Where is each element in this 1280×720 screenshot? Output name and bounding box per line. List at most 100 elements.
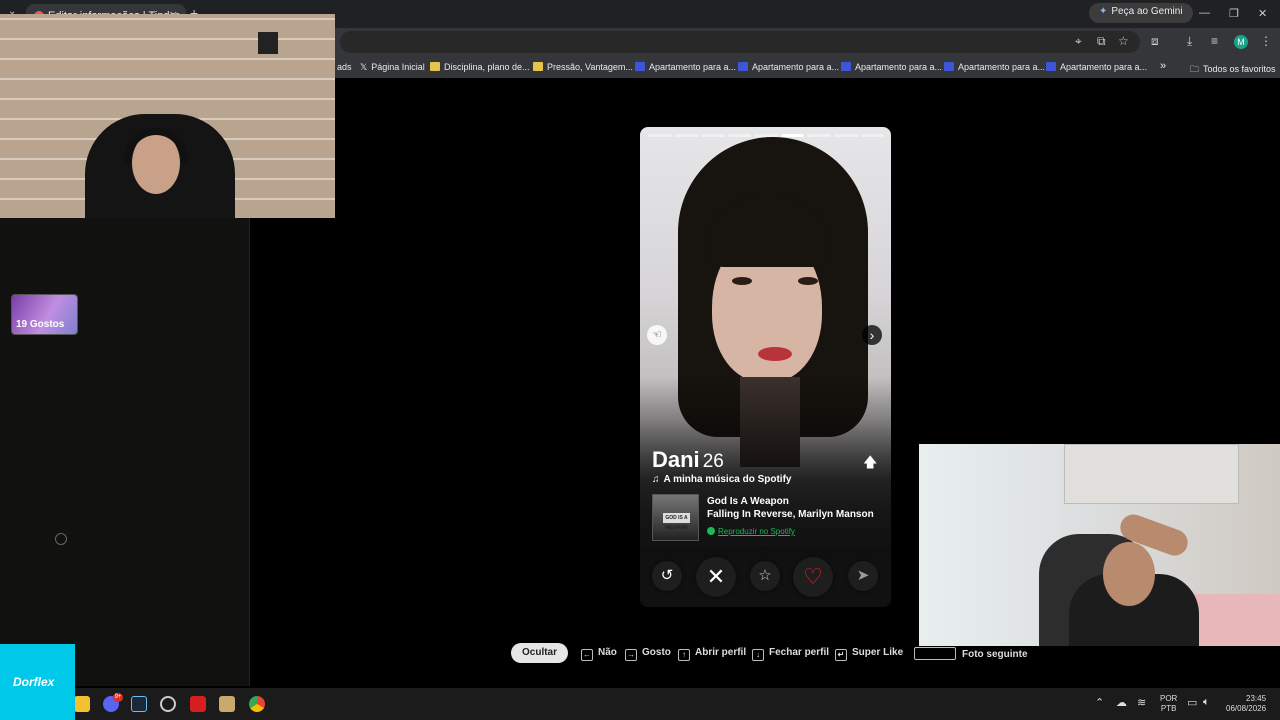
- open-profile-arrow-icon[interactable]: 🡅: [863, 452, 877, 476]
- photo-progress-segment[interactable]: [860, 134, 885, 137]
- boost-button[interactable]: ➤: [848, 561, 878, 591]
- obs-icon[interactable]: [160, 696, 176, 712]
- steam-icon[interactable]: [131, 696, 147, 712]
- previous-photo-button[interactable]: ☜: [647, 325, 667, 345]
- language-indicator[interactable]: POR PTB: [1160, 694, 1177, 714]
- bookmark-item[interactable]: Apartamento para a...: [635, 62, 736, 72]
- super-like-button[interactable]: ☆: [750, 561, 780, 591]
- photo-progress-segment[interactable]: [780, 134, 805, 137]
- folder-outline-icon: 🗀: [1190, 64, 1200, 74]
- maximize-button[interactable]: ❐: [1229, 7, 1239, 20]
- media-icon[interactable]: ≡: [1211, 34, 1218, 48]
- likes-card[interactable]: 19 Gostos: [11, 294, 78, 335]
- photo-progress-segment[interactable]: [727, 134, 752, 137]
- next-photo-button[interactable]: ›: [862, 325, 882, 345]
- location-icon[interactable]: ⌖: [1075, 34, 1082, 49]
- sa-icon: [1046, 62, 1056, 71]
- profile-card[interactable]: ☜ › Dani 26 🡅 ♫ A minha música do Spotify …: [640, 127, 891, 607]
- clock[interactable]: 23:45 06/08/2026: [1226, 694, 1266, 714]
- menu-dots-icon[interactable]: ⋮: [1260, 34, 1272, 48]
- photo-progress-segment[interactable]: [833, 134, 858, 137]
- song-artist: Falling In Reverse, Marilyn Manson: [707, 509, 874, 520]
- shortcut-no: ← Não: [581, 647, 617, 661]
- gemini-spark-icon: ✦: [1099, 6, 1108, 17]
- minimize-button[interactable]: —: [1199, 7, 1210, 19]
- volume-icon[interactable]: 🔈︎: [1203, 696, 1210, 709]
- x-icon: 𝕏: [360, 62, 368, 72]
- address-bar[interactable]: [340, 31, 1140, 53]
- tray-app-icon[interactable]: ☁: [1116, 696, 1127, 709]
- photo-progress-segment[interactable]: [701, 134, 725, 137]
- photo-progress-segment[interactable]: [674, 134, 699, 137]
- all-favorites-folder[interactable]: 🗀 Todos os favoritos: [1190, 62, 1276, 78]
- discord-badge: 9+: [113, 693, 123, 702]
- down-arrow-key-icon: ↓: [752, 649, 764, 661]
- profile-name-row: Dani 26: [652, 447, 724, 473]
- left-arrow-key-icon: ←: [581, 649, 593, 661]
- shortcut-like: → Gosto: [625, 647, 671, 661]
- discord-icon[interactable]: 9+: [103, 693, 123, 712]
- shortcut-open-profile: ↑ Abrir perfil: [678, 647, 746, 661]
- nope-button[interactable]: ✕: [696, 557, 736, 597]
- webcam-overlay-left: [0, 14, 335, 218]
- album-cover: GOD IS A WEAPON: [652, 494, 699, 541]
- bookmark-item[interactable]: Apartamento para a...: [738, 62, 839, 72]
- riot-client-icon[interactable]: [190, 696, 206, 712]
- bookmark-item[interactable]: Apartamento para a...: [944, 62, 1045, 72]
- bookmark-star-icon[interactable]: ☆: [1118, 34, 1129, 48]
- shortcut-close-profile: ↓ Fechar perfil: [752, 647, 829, 661]
- photo-progress-segment[interactable]: [754, 134, 778, 137]
- chrome-icon[interactable]: [249, 696, 265, 712]
- right-arrow-key-icon: →: [625, 649, 637, 661]
- webcam-overlay-right: [919, 444, 1280, 646]
- gemini-button[interactable]: ✦ Peça ao Gemini: [1089, 3, 1193, 23]
- tray-overflow-icon[interactable]: ⌃: [1095, 696, 1104, 709]
- bookmark-item[interactable]: Apartamento para a...: [1046, 62, 1147, 72]
- close-window-button[interactable]: ✕: [1258, 7, 1267, 20]
- photo-lips: [758, 347, 792, 361]
- bookmark-item[interactable]: ads: [337, 62, 352, 72]
- sa-icon: [635, 62, 645, 71]
- install-app-icon[interactable]: ⧉: [1097, 34, 1106, 49]
- song-title: God Is A Weapon: [707, 496, 789, 507]
- play-on-spotify-link[interactable]: Reproduzir no Spotify: [707, 527, 795, 536]
- display-icon[interactable]: ▭: [1187, 696, 1197, 709]
- gemini-label: Peça ao Gemini: [1111, 6, 1183, 17]
- bookmark-item[interactable]: Apartamento para a...: [841, 62, 942, 72]
- network-icon[interactable]: ≋: [1137, 696, 1146, 709]
- photo-progress-segment[interactable]: [807, 134, 831, 137]
- profile-name: Dani: [652, 447, 700, 472]
- league-of-legends-icon[interactable]: [219, 696, 235, 712]
- bookmark-item[interactable]: 𝕏 Página Inicial: [360, 62, 425, 73]
- file-explorer-icon[interactable]: [74, 696, 90, 712]
- shortcut-next-photo: Foto seguinte: [914, 647, 1028, 660]
- album-sign: GOD IS A WEAPON: [663, 513, 690, 531]
- hide-shortcuts-button[interactable]: Ocultar: [511, 643, 569, 663]
- music-note-icon: ♫: [652, 474, 660, 485]
- enter-key-icon: ↵: [835, 649, 847, 661]
- screen: { "browser": { "tab_title": "Editar info…: [0, 0, 1280, 720]
- bookmark-item[interactable]: Disciplina, plano de...: [430, 62, 530, 72]
- folder-icon: [430, 62, 440, 71]
- spotify-icon: [707, 527, 715, 535]
- profile-avatar[interactable]: M: [1234, 35, 1248, 49]
- extensions-icon[interactable]: ⧈: [1151, 34, 1159, 49]
- sa-icon: [841, 62, 851, 71]
- bed: [1189, 594, 1280, 646]
- space-key-icon: [914, 647, 956, 660]
- photo-eye: [798, 277, 818, 285]
- keyboard-shortcuts-bar: Ocultar ← Não → Gosto ↑ Abrir perfil ↓ Fecha…: [0, 643, 1280, 665]
- bookmark-item[interactable]: Pressão, Vantagem...: [533, 62, 633, 72]
- wardrobe: [1064, 444, 1239, 504]
- folder-icon: [533, 62, 543, 71]
- photo-eye: [732, 277, 752, 285]
- rewind-button[interactable]: ↺: [652, 561, 682, 591]
- profile-age: 26: [702, 451, 724, 472]
- dorflex-ad-logo: Dorflex: [0, 644, 75, 720]
- download-icon[interactable]: ⤓: [1187, 34, 1192, 49]
- windows-taskbar: 9+ ⌃ ☁ ≋ POR PTB ▭ 🔈︎ 23:45 06/08/2026: [0, 688, 1280, 720]
- bookmarks-overflow-button[interactable]: »: [1160, 60, 1166, 72]
- like-button[interactable]: ♡: [793, 557, 833, 597]
- photo-progress-segment[interactable]: [648, 134, 672, 137]
- sa-icon: [944, 62, 954, 71]
